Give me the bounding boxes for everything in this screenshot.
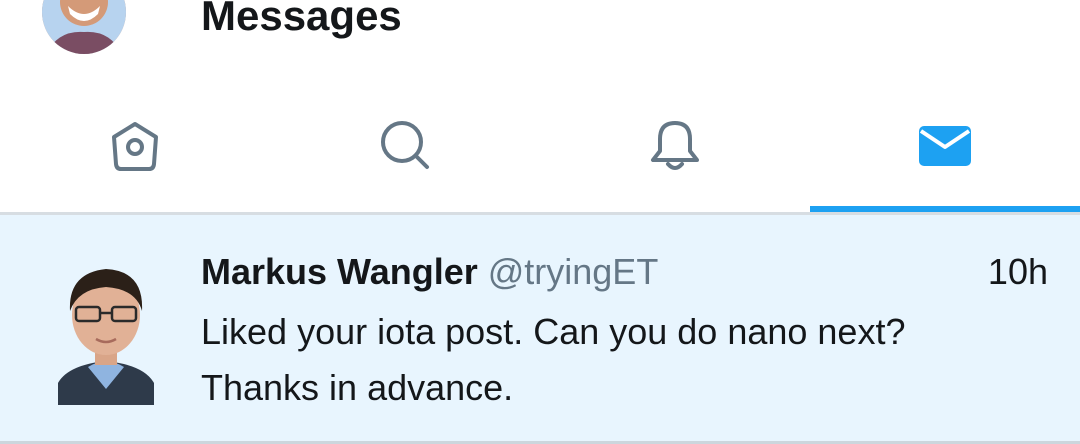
conversation-header: Markus Wangler @tryingET	[201, 247, 658, 297]
messages-screen: Messages Markus Wangler @tryingET 10h Li…	[0, 0, 1080, 444]
tab-messages[interactable]	[810, 78, 1080, 214]
tab-notifications[interactable]	[540, 78, 810, 214]
message-preview: Liked your iota post. Can you do nano ne…	[201, 311, 906, 408]
tab-search[interactable]	[270, 78, 540, 214]
sender-handle: @tryingET	[487, 251, 659, 292]
sender-avatar-image	[58, 269, 154, 405]
profile-avatar[interactable]	[42, 0, 126, 54]
tab-home[interactable]	[0, 78, 270, 214]
sender-name: Markus Wangler	[201, 251, 478, 292]
page-title: Messages	[201, 0, 402, 39]
top-app-bar: Messages	[0, 0, 1080, 78]
search-icon	[381, 121, 429, 169]
profile-avatar-image	[42, 0, 126, 54]
mail-icon	[919, 126, 971, 166]
message-timestamp: 10h	[987, 251, 1048, 292]
conversation-item[interactable]: Markus Wangler @tryingET 10h Liked your i…	[0, 215, 1080, 441]
sender-avatar[interactable]	[58, 255, 154, 405]
bottom-tab-bar	[0, 78, 1080, 214]
home-icon	[112, 122, 158, 171]
bell-icon	[651, 121, 699, 170]
